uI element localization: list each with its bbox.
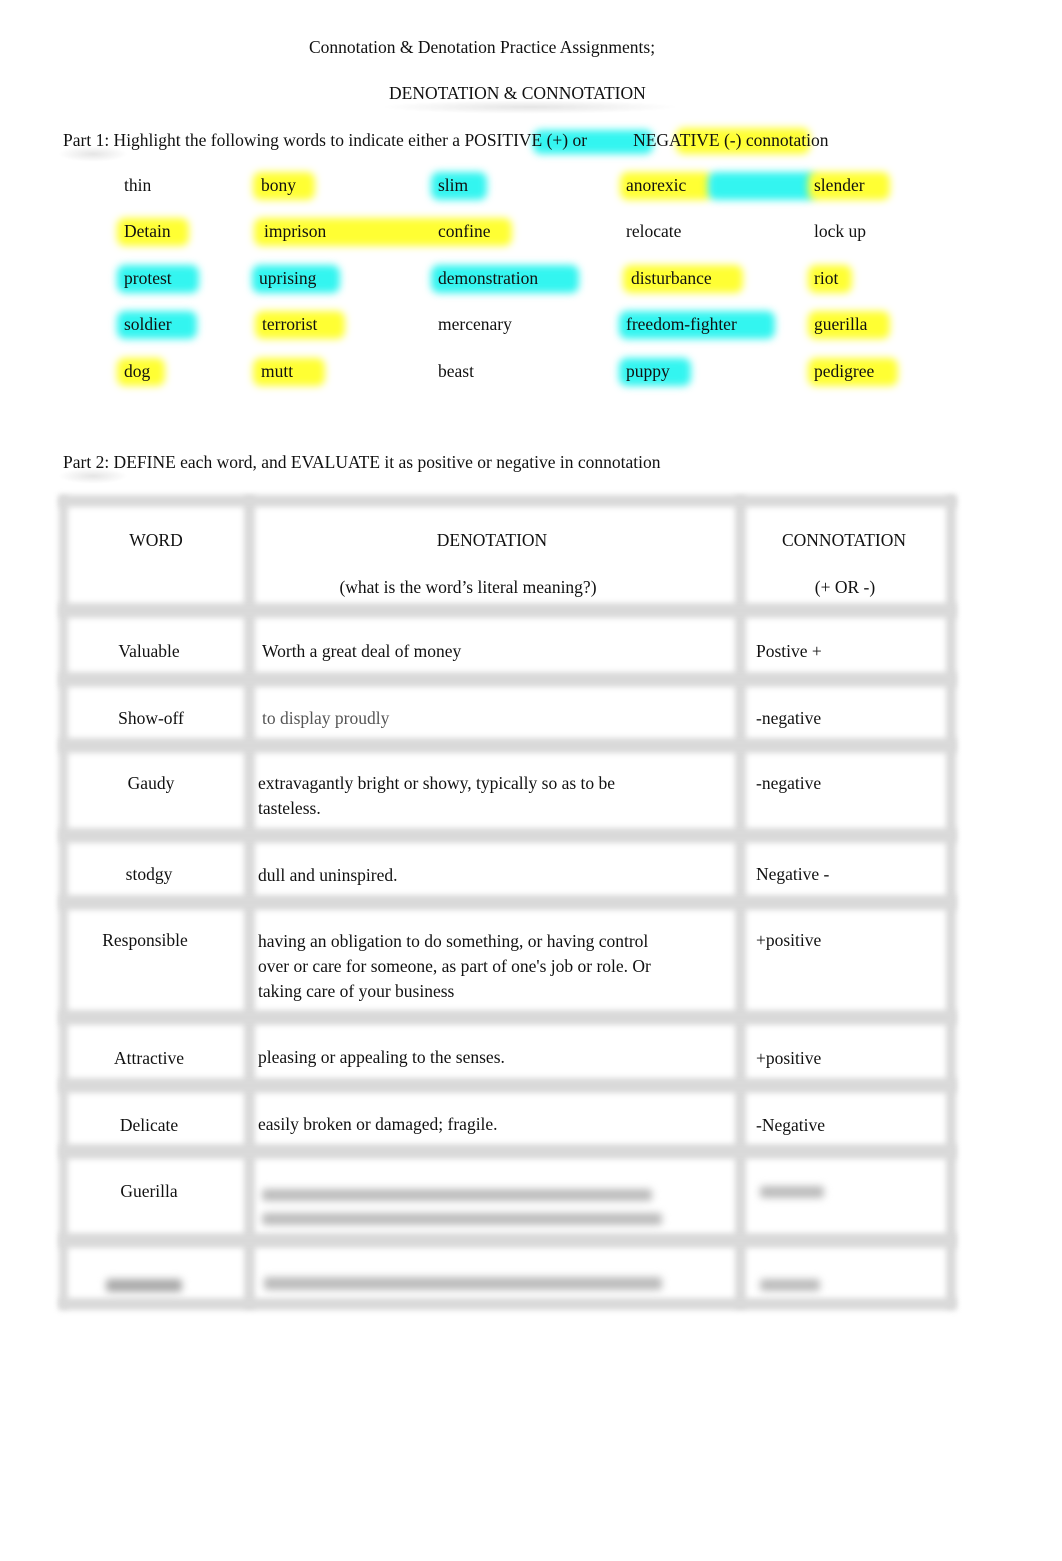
row-denotation-blurred (262, 1181, 662, 1225)
row-word: Attractive (114, 1048, 184, 1068)
header-denotation: DENOTATION (436, 530, 548, 550)
row-connotation-blurred (760, 1279, 820, 1291)
grid-word: puppy (626, 361, 670, 381)
row-denotation: having an obligation to do something, or… (258, 931, 651, 1001)
row-denotation: Worth a great deal of money (262, 641, 462, 661)
header-connotation-sub: (+ OR -) (814, 577, 876, 597)
grid-word: terrorist (262, 314, 318, 334)
table-border-top (59, 495, 956, 507)
row-denotation: pleasing or appealing to the senses. (258, 1047, 505, 1067)
row-line (59, 1144, 956, 1159)
part1-instruction-start: Part 1: Highlight the following words to… (63, 130, 487, 150)
row-line (59, 1078, 956, 1093)
row-word-blurred (106, 1279, 182, 1292)
positive-label: SITIVE (+) or (486, 130, 588, 150)
row-denotation: extravagantly bright or showy, typically… (258, 773, 616, 818)
row-connotation: -Negative (756, 1115, 825, 1135)
header-connotation: CONNOTATION (781, 530, 906, 550)
grid-word: disturbance (631, 268, 712, 288)
grid-word: slender (814, 175, 865, 195)
row-connotation: -negative (756, 708, 822, 728)
row-word: stodgy (125, 864, 173, 884)
row-connotation-blurred (760, 1186, 824, 1198)
row-denotation: easily broken or damaged; fragile. (258, 1114, 498, 1134)
grid-word: confine (438, 221, 491, 241)
row-line (59, 672, 956, 687)
document-subtitle: DENOTATION & CONNOTATION (389, 83, 646, 103)
grid-word: mutt (261, 361, 294, 381)
row-connotation: Negative - (756, 864, 830, 884)
grid-word: mercenary (438, 314, 512, 334)
grid-word: pedigree (814, 361, 875, 381)
row-line (59, 738, 956, 753)
row-connotation: -negative (756, 773, 822, 793)
grid-word: dog (124, 361, 151, 381)
row-word: Gaudy (127, 773, 175, 793)
row-line (59, 828, 956, 843)
grid-word: bony (261, 175, 296, 195)
grid-word: freedom-fighter (626, 314, 737, 334)
negative-label: NEGATIVE (-) (633, 130, 742, 150)
row-denotation: to display proudly (262, 708, 390, 728)
grid-word: riot (814, 268, 839, 288)
grid-word: beast (438, 361, 474, 381)
hl-gap-cyan (708, 172, 816, 200)
row-denotation-blurred (264, 1277, 662, 1290)
grid-word: Detain (124, 221, 171, 241)
row-line (59, 603, 956, 618)
grid-word: guerilla (814, 314, 868, 334)
row-line (59, 1233, 956, 1248)
grid-word: soldier (124, 314, 172, 334)
header-word: WORD (129, 530, 183, 550)
grid-word: protest (124, 268, 172, 288)
row-word: Responsible (102, 930, 188, 950)
row-connotation: +positive (756, 1048, 822, 1068)
row-line (59, 1010, 956, 1025)
part1-instruction: Part 1: Highlight the following words to… (63, 130, 828, 151)
grid-word: thin (124, 175, 152, 195)
grid-word: lock up (814, 221, 867, 241)
grid-word: uprising (259, 268, 317, 288)
document-title: Connotation & Denotation Practice Assign… (309, 37, 656, 57)
row-word: Delicate (119, 1115, 179, 1135)
grid-word: anorexic (626, 175, 687, 195)
row-denotation: dull and uninspired. (258, 865, 398, 885)
row-line (59, 895, 956, 910)
row-connotation: +positive (756, 930, 822, 950)
grid-word: slim (438, 175, 469, 195)
part1-instruction-end: connotation (741, 130, 829, 150)
table-border-bottom (59, 1298, 956, 1310)
grid-word: relocate (626, 221, 682, 241)
row-word: Show-off (118, 708, 184, 728)
grid-word: demonstration (438, 268, 539, 288)
part2-instruction: Part 2: DEFINE each word, and EVALUATE i… (63, 452, 661, 472)
grid-word: imprison (264, 221, 327, 241)
row-word: Valuable (118, 641, 180, 661)
row-word: Guerilla (120, 1181, 178, 1201)
row-connotation: Postive + (756, 641, 822, 661)
header-denotation-sub: (what is the word’s literal meaning?) (339, 577, 597, 597)
